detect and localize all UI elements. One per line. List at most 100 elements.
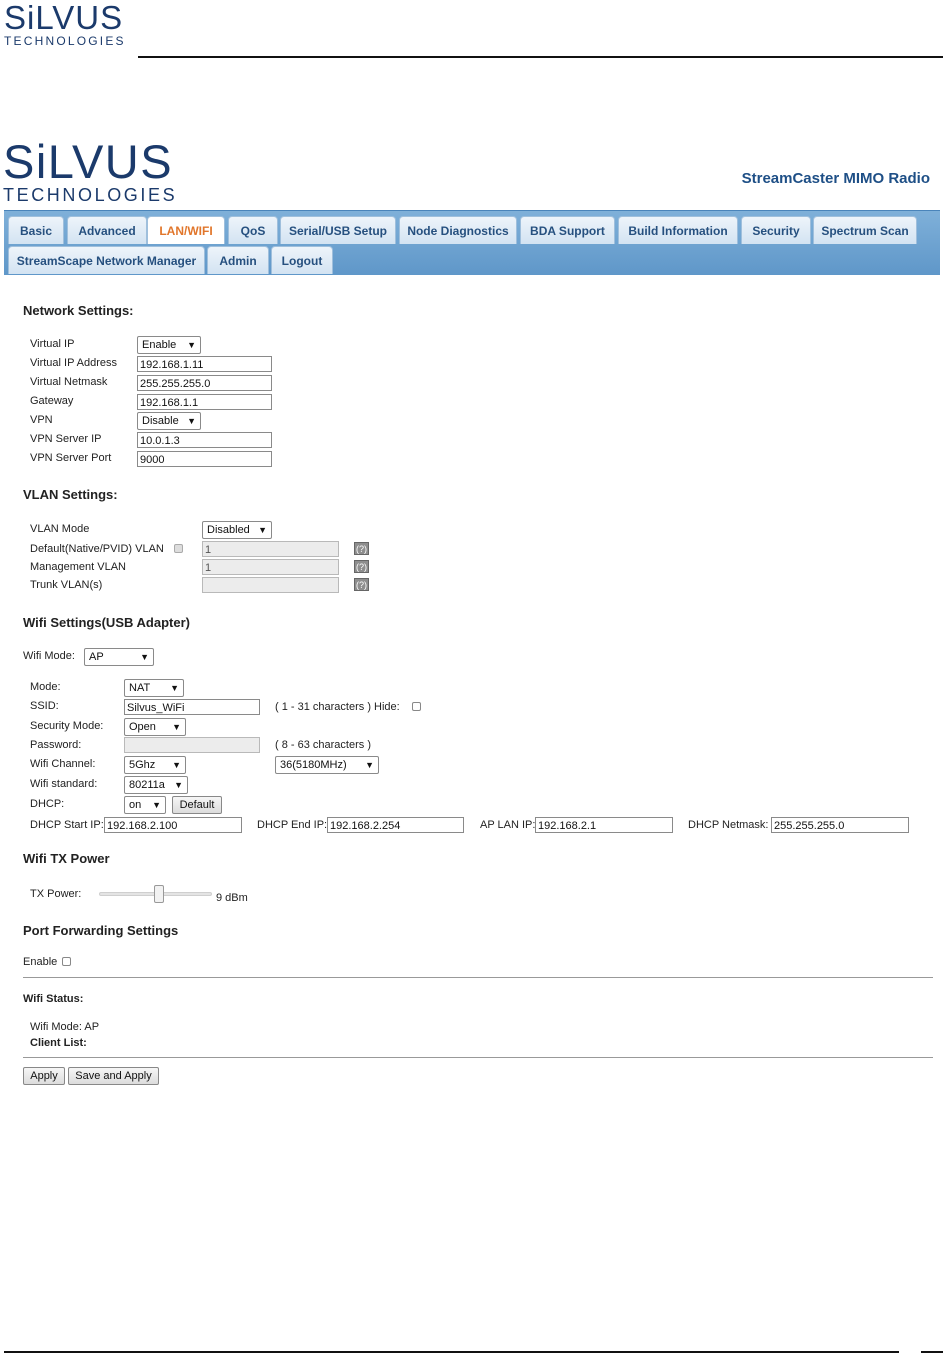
wifi-band-select[interactable]: 5Ghz ▼ bbox=[124, 756, 186, 774]
chevron-down-icon: ▼ bbox=[172, 760, 181, 770]
vpn-select[interactable]: Disable ▼ bbox=[137, 412, 201, 430]
ssid-label: SSID: bbox=[30, 700, 59, 712]
dhcp-select[interactable]: on ▼ bbox=[124, 796, 166, 814]
security-mode-label: Security Mode: bbox=[30, 720, 104, 732]
app-title: StreamCaster MIMO Radio bbox=[741, 170, 930, 187]
tab-logout[interactable]: Logout bbox=[271, 246, 333, 274]
tab-node-diagnostics[interactable]: Node Diagnostics bbox=[399, 216, 517, 244]
dhcp-end-ip-input[interactable]: 192.168.2.254 bbox=[327, 817, 464, 833]
save-and-apply-button[interactable]: Save and Apply bbox=[68, 1067, 159, 1085]
wifi-channel-label: Wifi Channel: bbox=[30, 758, 96, 770]
chevron-down-icon: ▼ bbox=[140, 652, 149, 662]
tab-admin[interactable]: Admin bbox=[207, 246, 269, 274]
tab-qos[interactable]: QoS bbox=[228, 216, 278, 244]
divider bbox=[23, 1057, 933, 1058]
content-panel: Network Settings: Virtual IP Enable ▼ Vir… bbox=[4, 274, 940, 1344]
virtual-ip-select[interactable]: Enable ▼ bbox=[137, 336, 201, 354]
apply-button[interactable]: Apply bbox=[23, 1067, 65, 1085]
tab-build-information[interactable]: Build Information bbox=[618, 216, 738, 244]
app-logo-brand: SiLVUS bbox=[3, 135, 174, 188]
wifi-mode-select[interactable]: AP ▼ bbox=[84, 648, 154, 666]
chevron-down-icon: ▼ bbox=[187, 340, 196, 350]
security-mode-select[interactable]: Open ▼ bbox=[124, 718, 186, 736]
tab-serial-usb-setup[interactable]: Serial/USB Setup bbox=[280, 216, 396, 244]
tab-lan-wifi[interactable]: LAN/WIFI bbox=[147, 216, 225, 244]
management-vlan-label: Management VLAN bbox=[30, 561, 126, 573]
virtual-ip-label: Virtual IP bbox=[30, 338, 75, 350]
dhcp-label: DHCP: bbox=[30, 798, 65, 810]
virtual-netmask-label: Virtual Netmask bbox=[30, 376, 108, 388]
wifi-band-select-value: 5Ghz bbox=[129, 759, 156, 771]
default-vlan-label: Default(Native/PVID) VLAN bbox=[30, 543, 164, 555]
wifi-channel-select-value: 36(5180MHz) bbox=[280, 759, 347, 771]
dhcp-start-ip-input[interactable]: 192.168.2.100 bbox=[104, 817, 242, 833]
vpn-server-port-label: VPN Server Port bbox=[30, 452, 112, 464]
tab-security[interactable]: Security bbox=[741, 216, 811, 244]
trunk-vlan-input[interactable] bbox=[202, 577, 339, 593]
vpn-server-port-input[interactable]: 9000 bbox=[137, 451, 272, 467]
dhcp-netmask-input[interactable]: 255.255.255.0 bbox=[771, 817, 909, 833]
virtual-netmask-input[interactable]: 255.255.255.0 bbox=[137, 375, 272, 391]
vpn-label: VPN bbox=[30, 414, 53, 426]
management-vlan-input[interactable]: 1 bbox=[202, 559, 339, 575]
dhcp-netmask-label: DHCP Netmask: bbox=[688, 819, 769, 831]
divider bbox=[23, 977, 933, 978]
virtual-ip-address-input[interactable]: 192.168.1.11 bbox=[137, 356, 272, 372]
default-vlan-input[interactable]: 1 bbox=[202, 541, 339, 557]
tx-power-label: TX Power: bbox=[30, 888, 82, 900]
tab-bda-support[interactable]: BDA Support bbox=[520, 216, 615, 244]
tx-power-value: 9 dBm bbox=[216, 892, 248, 904]
wifi-standard-label: Wifi standard: bbox=[30, 778, 98, 790]
trunk-vlan-label: Trunk VLAN(s) bbox=[30, 579, 103, 591]
vpn-server-ip-label: VPN Server IP bbox=[30, 433, 102, 445]
document-logo-brand: SiLVUS bbox=[4, 0, 124, 36]
main-nav: Basic Advanced LAN/WIFI QoS Serial/USB S… bbox=[4, 210, 940, 275]
network-settings-heading: Network Settings: bbox=[23, 303, 134, 318]
port-forwarding-heading: Port Forwarding Settings bbox=[23, 923, 179, 938]
gateway-input[interactable]: 192.168.1.1 bbox=[137, 394, 272, 410]
vpn-select-value: Disable bbox=[142, 415, 179, 427]
wifi-standard-select-value: 80211a bbox=[129, 779, 165, 791]
tab-streamscape-network-manager[interactable]: StreamScape Network Manager bbox=[8, 246, 205, 274]
tab-advanced[interactable]: Advanced bbox=[67, 216, 147, 244]
wifi-tx-power-heading: Wifi TX Power bbox=[23, 851, 110, 866]
vpn-server-ip-input[interactable]: 10.0.1.3 bbox=[137, 432, 272, 448]
management-vlan-help-icon[interactable]: (?) bbox=[354, 560, 369, 573]
wifi-status-mode: Wifi Mode: AP bbox=[30, 1021, 100, 1033]
ap-lan-ip-input[interactable]: 192.168.2.1 bbox=[535, 817, 673, 833]
app-logo: SiLVUS TECHNOLOGIES bbox=[3, 135, 183, 205]
wifi-standard-select[interactable]: 80211a ▼ bbox=[124, 776, 188, 794]
password-input[interactable] bbox=[124, 737, 260, 753]
dhcp-default-button[interactable]: Default bbox=[172, 796, 222, 814]
vlan-mode-select[interactable]: Disabled ▼ bbox=[202, 521, 272, 539]
tab-basic[interactable]: Basic bbox=[8, 216, 64, 244]
dhcp-start-ip-label: DHCP Start IP: bbox=[30, 819, 104, 831]
dhcp-end-ip-label: DHCP End IP: bbox=[257, 819, 328, 831]
ssid-hide-checkbox[interactable] bbox=[412, 702, 421, 711]
tab-spectrum-scan[interactable]: Spectrum Scan bbox=[813, 216, 917, 244]
port-forwarding-enable-label: Enable bbox=[23, 956, 58, 968]
wifi-channel-select[interactable]: 36(5180MHz) ▼ bbox=[275, 756, 379, 774]
trunk-vlan-help-icon[interactable]: (?) bbox=[354, 578, 369, 591]
document-footer-rule bbox=[4, 1351, 899, 1353]
wifi-settings-heading: Wifi Settings(USB Adapter) bbox=[23, 615, 190, 630]
document-logo-subtitle: TECHNOLOGIES bbox=[4, 34, 126, 48]
default-vlan-help-icon[interactable]: (?) bbox=[354, 542, 369, 555]
password-label: Password: bbox=[30, 739, 82, 751]
ssid-input[interactable]: Silvus_WiFi bbox=[124, 699, 260, 715]
document-footer-page-mark bbox=[921, 1351, 943, 1353]
document-logo: SiLVUS TECHNOLOGIES bbox=[4, 0, 126, 48]
tx-power-slider-handle[interactable] bbox=[153, 885, 164, 903]
password-hint: ( 8 - 63 characters ) bbox=[275, 739, 371, 751]
default-vlan-checkbox[interactable] bbox=[174, 544, 183, 553]
chevron-down-icon: ▼ bbox=[152, 800, 161, 810]
app-logo-subtitle: TECHNOLOGIES bbox=[3, 185, 178, 205]
port-forwarding-enable-checkbox[interactable] bbox=[62, 957, 71, 966]
mode-select-value: NAT bbox=[129, 682, 151, 694]
vlan-settings-heading: VLAN Settings: bbox=[23, 487, 118, 502]
chevron-down-icon: ▼ bbox=[187, 416, 196, 426]
mode-select[interactable]: NAT ▼ bbox=[124, 679, 184, 697]
wifi-status-heading: Wifi Status: bbox=[23, 993, 84, 1005]
wifi-mode-label: Wifi Mode: bbox=[23, 650, 75, 662]
ssid-hint: ( 1 - 31 characters ) Hide: bbox=[275, 701, 400, 713]
